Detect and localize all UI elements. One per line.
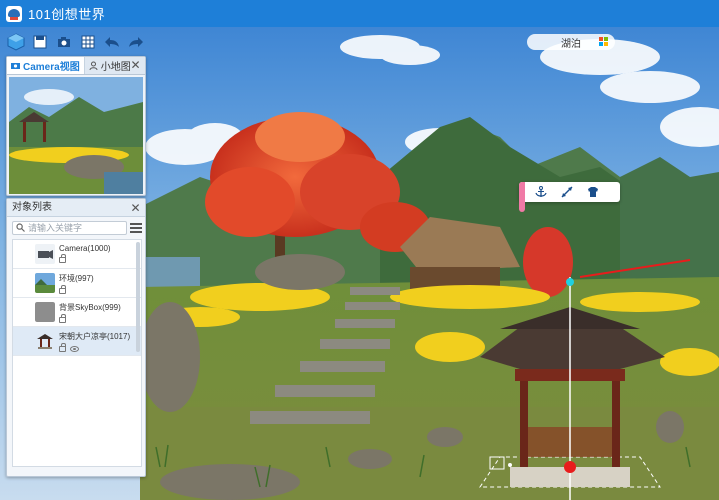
object-search-row — [7, 217, 145, 239]
camera-thumb-icon — [35, 244, 55, 264]
camera-tab-icon — [11, 61, 20, 70]
app-logo-icon — [6, 5, 22, 22]
camera-preview — [9, 77, 143, 194]
close-icon[interactable]: ✕ — [129, 59, 142, 72]
object-list: Camera(1000) 环境(997) 背景SkyBox(999) 宋朝大户凉… — [12, 239, 142, 467]
tab-minimap[interactable]: 小地图 — [85, 57, 135, 74]
object-list-title: 对象列表 — [7, 199, 145, 217]
search-input[interactable] — [28, 223, 116, 233]
user-icon — [89, 61, 98, 71]
pavilion-thumb-icon — [35, 331, 55, 351]
object-name: 环境(997) — [59, 274, 94, 283]
list-item[interactable]: Camera(1000) — [13, 240, 141, 269]
skybox-thumb-icon — [35, 302, 55, 322]
main-toolbar — [6, 31, 146, 53]
list-item[interactable]: 环境(997) — [13, 269, 141, 298]
camera-panel-tabs: Camera视图 小地图 — [7, 57, 145, 75]
environment-selector[interactable]: 湖泊 — [527, 34, 615, 50]
lock-icon[interactable] — [59, 314, 66, 323]
undo-icon[interactable] — [102, 32, 122, 52]
save-icon[interactable] — [30, 32, 50, 52]
search-icon — [16, 221, 25, 235]
object-context-toolbar — [519, 182, 620, 212]
list-item[interactable]: 背景SkyBox(999) — [13, 298, 141, 327]
redo-icon[interactable] — [126, 32, 146, 52]
object-name: 背景SkyBox(999) — [59, 303, 121, 312]
arrows-icon[interactable] — [561, 186, 573, 198]
lock-icon[interactable] — [59, 254, 66, 263]
tab-camera-view[interactable]: Camera视图 — [7, 57, 85, 74]
environment-label: 湖泊 — [561, 38, 581, 50]
object-name: Camera(1000) — [59, 244, 111, 253]
environment-thumb-icon — [35, 273, 55, 293]
app-title: 101创想世界 — [28, 7, 106, 22]
cube-icon[interactable] — [6, 32, 26, 52]
camera-panel: Camera视图 小地图 ✕ — [6, 56, 146, 196]
tab-camera-view-label: Camera视图 — [23, 62, 80, 73]
eye-icon[interactable] — [70, 346, 79, 352]
close-icon[interactable]: ✕ — [129, 202, 142, 215]
lock-icon[interactable] — [59, 285, 66, 294]
windows-grid-icon[interactable] — [599, 37, 609, 47]
tab-minimap-label: 小地图 — [100, 62, 131, 73]
object-list-panel: 对象列表 ✕ Camera(1000) 环境(997) — [6, 198, 146, 477]
shirt-icon[interactable] — [587, 186, 599, 198]
object-name: 宋朝大户凉亭(1017) — [59, 332, 131, 341]
list-item-selected[interactable]: 宋朝大户凉亭(1017) — [13, 327, 141, 356]
lock-icon[interactable] — [59, 343, 66, 352]
list-scrollbar[interactable] — [136, 242, 140, 352]
list-menu-icon[interactable] — [130, 223, 142, 233]
camera-icon[interactable] — [54, 32, 74, 52]
object-search-box[interactable] — [12, 221, 127, 235]
title-bar: 101创想世界 — [0, 0, 719, 27]
grid-icon[interactable] — [78, 32, 98, 52]
anchor-icon[interactable] — [535, 186, 547, 198]
